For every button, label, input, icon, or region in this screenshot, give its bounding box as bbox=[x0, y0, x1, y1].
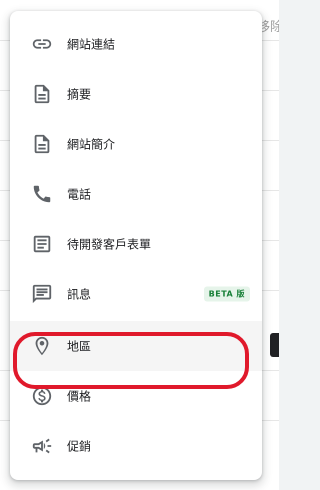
menu-item-sitelink[interactable]: 網站連結 bbox=[10, 19, 262, 69]
beta-badge: BETA 版 bbox=[203, 286, 250, 302]
description-icon bbox=[31, 133, 53, 155]
menu-item-site-description[interactable]: 網站簡介 bbox=[10, 119, 262, 169]
menu-item-label: 網站連結 bbox=[67, 37, 116, 52]
menu-item-label: 摘要 bbox=[67, 87, 92, 102]
location-pin-icon bbox=[31, 335, 53, 357]
menu-item-phone[interactable]: 電話 bbox=[10, 169, 262, 219]
menu-item-location[interactable]: 地區 bbox=[10, 321, 262, 371]
menu-item-promotion[interactable]: 促銷 bbox=[10, 421, 262, 471]
menu-item-lead-form[interactable]: 待開發客戶表單 bbox=[10, 219, 262, 269]
menu-item-label: 網站簡介 bbox=[67, 137, 116, 152]
menu-item-label: 訊息 bbox=[67, 287, 92, 302]
document-icon bbox=[31, 83, 53, 105]
menu-item-label: 價格 bbox=[67, 389, 92, 404]
menu-item-label: 電話 bbox=[67, 187, 92, 202]
phone-icon bbox=[31, 183, 53, 205]
link-icon bbox=[31, 33, 53, 55]
extension-type-menu: 網站連結 摘要 網站簡介 電話 待開發客戶表單 訊息 BETA 版 地區 價格 … bbox=[10, 11, 262, 480]
promotion-megaphone-icon bbox=[31, 435, 53, 457]
menu-item-label: 待開發客戶表單 bbox=[67, 237, 152, 252]
menu-item-label: 促銷 bbox=[67, 439, 92, 454]
dark-badge bbox=[270, 333, 279, 357]
message-icon bbox=[31, 283, 53, 305]
menu-item-summary[interactable]: 摘要 bbox=[10, 69, 262, 119]
menu-item-message[interactable]: 訊息 BETA 版 bbox=[10, 269, 262, 319]
menu-item-label: 地區 bbox=[67, 339, 92, 354]
menu-item-price[interactable]: 價格 bbox=[10, 371, 262, 421]
form-icon bbox=[31, 233, 53, 255]
price-tag-icon bbox=[31, 385, 53, 407]
